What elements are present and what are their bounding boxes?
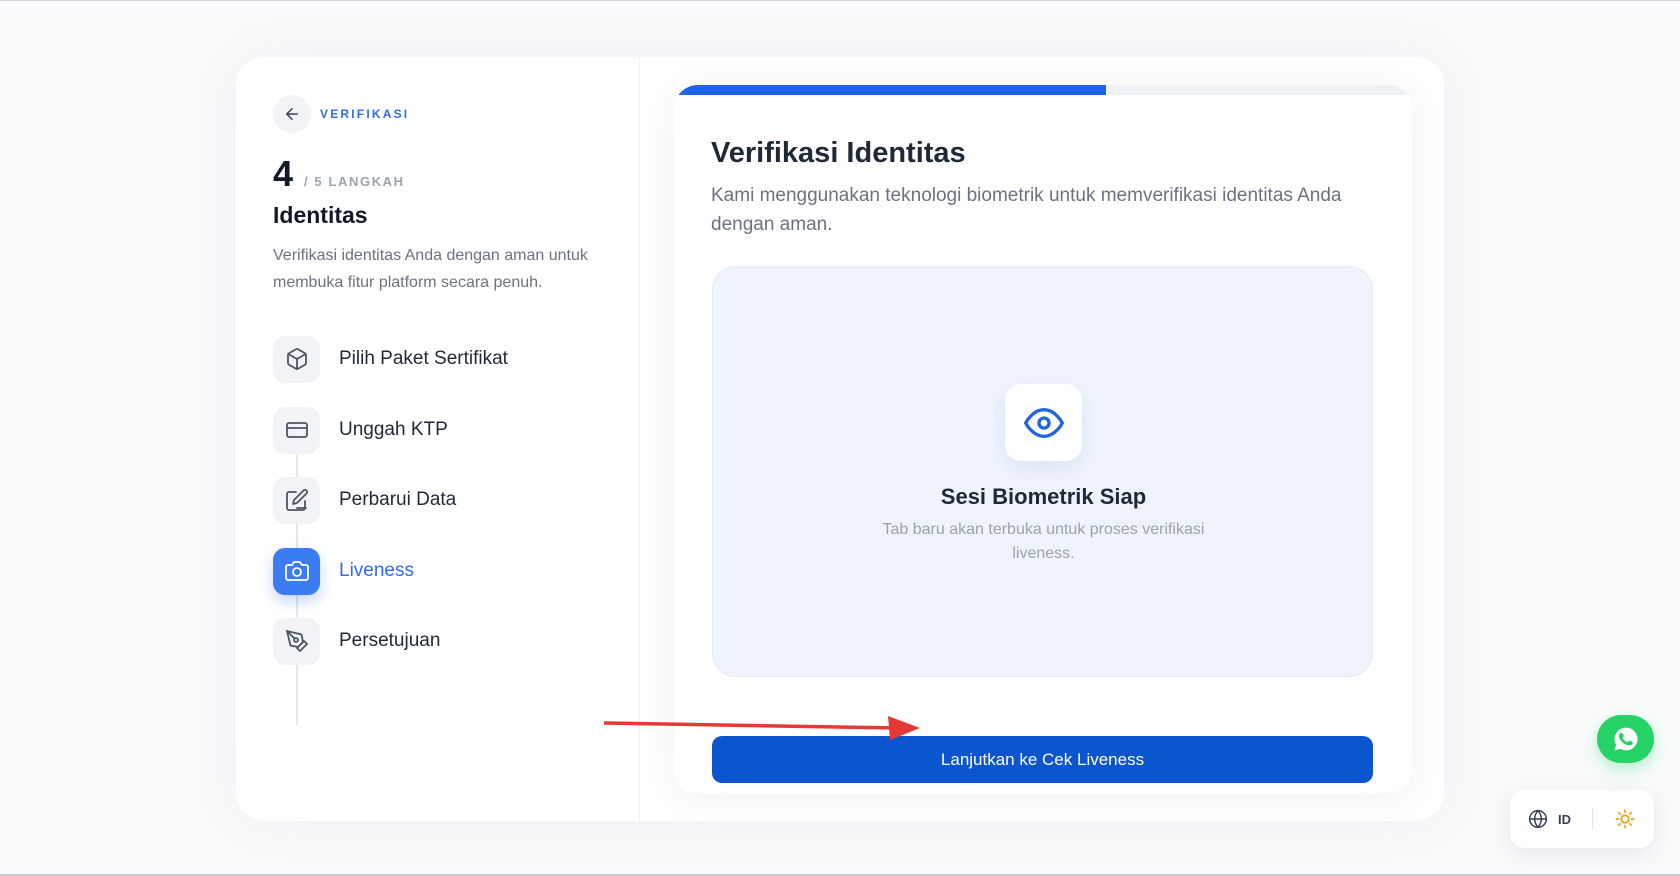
main-panel: Verifikasi Identitas Kami menggunakan te… <box>674 85 1412 793</box>
sun-icon <box>1615 809 1635 829</box>
step-description: Verifikasi identitas Anda dengan aman un… <box>273 247 588 291</box>
edit-icon <box>273 476 320 524</box>
whatsapp-icon <box>1614 727 1638 751</box>
top-border <box>0 0 1680 1</box>
step-label: Pilih Paket Sertifikat <box>339 348 508 369</box>
current-step-number: 4 <box>273 153 294 194</box>
step-title: Identitas <box>273 202 368 228</box>
language-label: ID <box>1558 811 1571 827</box>
verification-card: VERIFIKASI 4 / 5 LANGKAH Identitas Verif… <box>236 57 1444 821</box>
step-item-pilih-paket[interactable]: Pilih Paket Sertifikat <box>273 335 508 383</box>
annotation-arrow <box>604 716 920 740</box>
biometric-session-panel: Sesi Biometrik Siap Tab baru akan terbuk… <box>712 266 1373 677</box>
arrow-left-icon <box>286 108 298 120</box>
globe-icon <box>1528 809 1548 829</box>
continue-liveness-button[interactable]: Lanjutkan ke Cek Liveness <box>712 736 1373 783</box>
progress-bar <box>674 85 1412 95</box>
breadcrumb-label: VERIFIKASI <box>320 107 410 121</box>
biometric-description: Tab baru akan terbuka untuk proses verif… <box>882 521 1205 562</box>
step-item-persetujuan[interactable]: Persetujuan <box>273 617 440 665</box>
whatsapp-button[interactable] <box>1597 715 1654 763</box>
camera-icon <box>273 547 320 595</box>
eye-icon <box>1023 407 1064 438</box>
language-switch[interactable]: ID <box>1528 808 1571 830</box>
theme-toggle[interactable] <box>1613 807 1637 831</box>
step-label: Unggah KTP <box>339 419 448 440</box>
sidebar: VERIFIKASI 4 / 5 LANGKAH Identitas Verif… <box>236 57 640 821</box>
step-item-perbarui-data[interactable]: Perbarui Data <box>273 476 456 524</box>
step-item-liveness[interactable]: Liveness <box>273 547 414 595</box>
settings-pill: ID <box>1510 790 1654 848</box>
id-card-icon <box>273 406 320 454</box>
step-label: Persetujuan <box>339 630 441 651</box>
step-label: Liveness <box>339 560 414 581</box>
page-title: Verifikasi Identitas <box>711 137 966 169</box>
box-icon <box>273 335 320 383</box>
progress-bar-fill <box>674 85 1107 95</box>
biometric-title: Sesi Biometrik Siap <box>940 484 1147 509</box>
divider <box>1592 808 1593 830</box>
step-item-unggah-ktp[interactable]: Unggah KTP <box>273 406 448 454</box>
pen-tool-icon <box>273 617 320 665</box>
page-description: Kami menggunakan teknologi biometrik unt… <box>711 185 1342 235</box>
step-label: Perbarui Data <box>339 489 457 510</box>
total-steps-label: / 5 LANGKAH <box>304 174 405 189</box>
back-button[interactable] <box>273 95 311 133</box>
eye-icon-tile <box>1005 384 1082 461</box>
